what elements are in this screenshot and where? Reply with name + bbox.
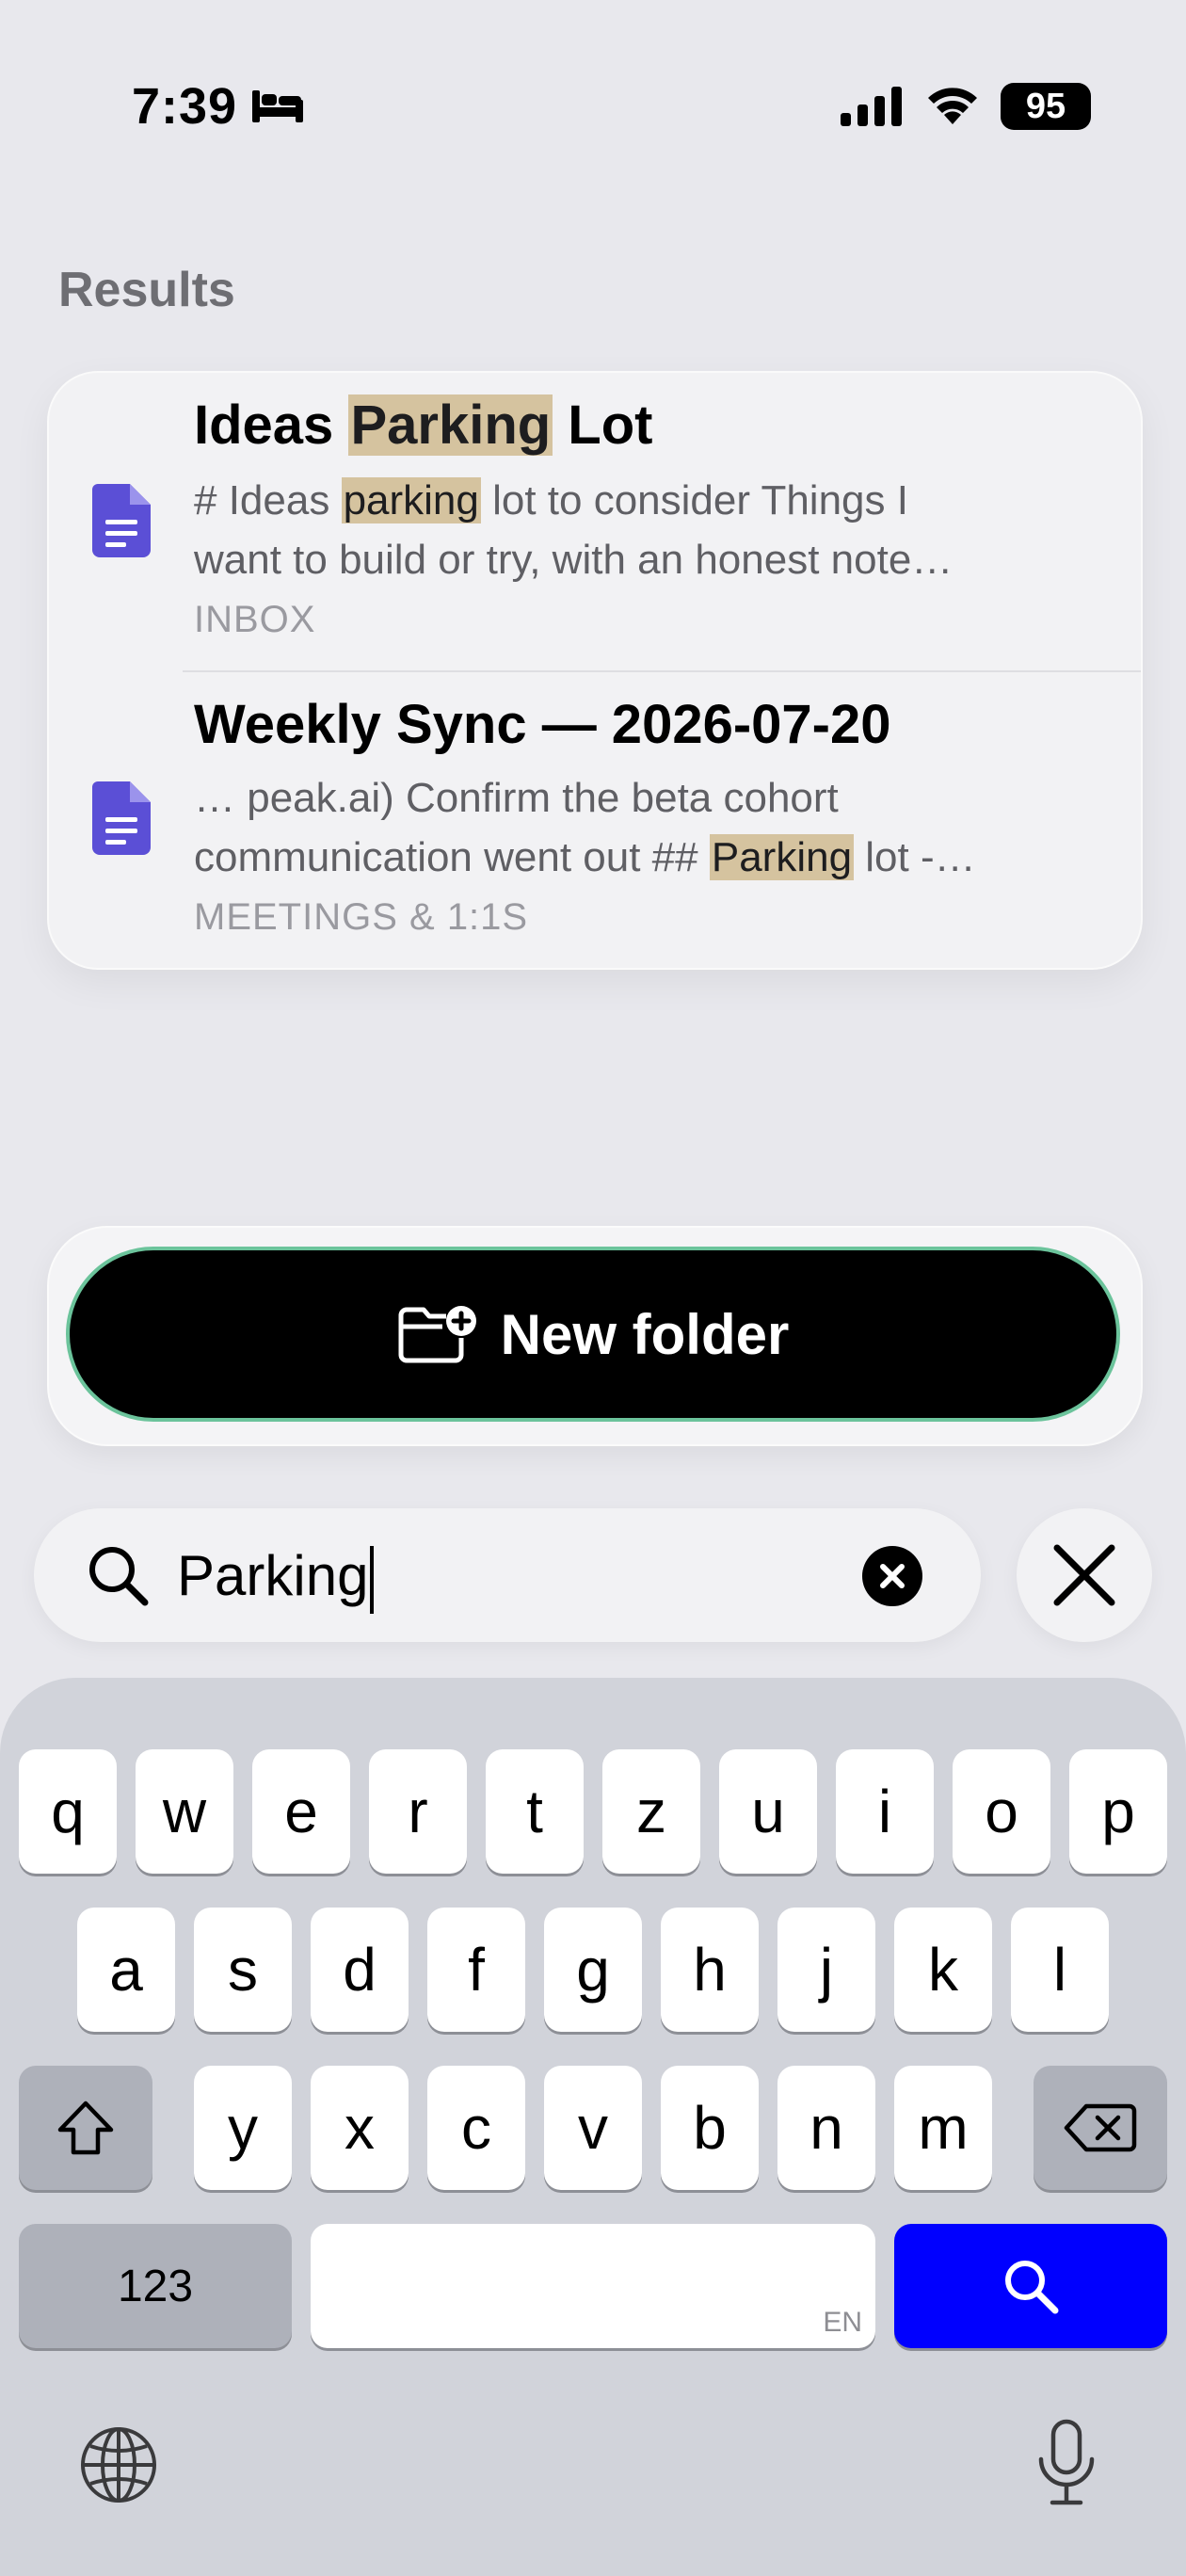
result-snippet: … peak.ai) Confirm the beta cohort commu… — [194, 775, 976, 880]
key-a[interactable]: a — [77, 1908, 175, 2032]
key-h[interactable]: h — [661, 1908, 759, 2032]
document-icon — [92, 781, 151, 855]
result-title: Weekly Sync — 2026-07-20 — [194, 694, 891, 755]
new-folder-label: New folder — [500, 1302, 790, 1366]
search-value[interactable]: Parking — [177, 1535, 375, 1618]
backspace-key[interactable] — [1034, 2066, 1167, 2190]
text-caret — [370, 1546, 375, 1615]
search-key[interactable] — [894, 2224, 1167, 2348]
folder-plus-icon — [398, 1306, 476, 1363]
key-d[interactable]: d — [311, 1908, 409, 2032]
key-t[interactable]: t — [486, 1749, 584, 1874]
document-icon — [92, 484, 151, 557]
bed-icon — [252, 90, 303, 122]
shift-icon — [57, 2101, 114, 2155]
key-i[interactable]: i — [836, 1749, 934, 1874]
search-icon — [89, 1547, 149, 1606]
status-time: 7:39 — [132, 78, 238, 135]
key-r[interactable]: r — [369, 1749, 467, 1874]
key-u[interactable]: u — [719, 1749, 817, 1874]
search-input[interactable] — [34, 1508, 981, 1642]
key-s[interactable]: s — [194, 1908, 292, 2032]
space-key[interactable]: EN — [311, 2224, 875, 2348]
result-item[interactable]: Weekly Sync — 2026-07-20 … peak.ai) Conf… — [49, 672, 1141, 970]
key-m[interactable]: m — [894, 2066, 992, 2190]
key-x[interactable]: x — [311, 2066, 409, 2190]
battery-indicator: 95 — [1001, 83, 1091, 130]
key-p[interactable]: p — [1069, 1749, 1167, 1874]
key-y[interactable]: y — [194, 2066, 292, 2190]
key-c[interactable]: c — [427, 2066, 525, 2190]
key-v[interactable]: v — [544, 2066, 642, 2190]
clear-icon[interactable] — [862, 1546, 922, 1606]
key-e[interactable]: e — [252, 1749, 350, 1874]
numbers-key[interactable]: 123 — [19, 2224, 292, 2348]
key-n[interactable]: n — [777, 2066, 875, 2190]
results-heading: Results — [58, 263, 235, 317]
result-item[interactable]: Ideas Parking Lot # Ideas parking lot to… — [49, 373, 1141, 670]
result-folder: MEETINGS & 1:1S — [194, 896, 529, 938]
key-j[interactable]: j — [777, 1908, 875, 2032]
wifi-icon — [928, 88, 977, 124]
microphone-icon[interactable] — [1034, 2418, 1099, 2508]
signal-icon — [841, 87, 902, 126]
key-b[interactable]: b — [661, 2066, 759, 2190]
key-k[interactable]: k — [894, 1908, 992, 2032]
key-o[interactable]: o — [953, 1749, 1050, 1874]
battery-cap — [1083, 98, 1089, 115]
search-icon — [1005, 2261, 1059, 2314]
results-card: Ideas Parking Lot # Ideas parking lot to… — [47, 371, 1143, 970]
backspace-icon — [1064, 2103, 1137, 2152]
key-w[interactable]: w — [136, 1749, 233, 1874]
key-g[interactable]: g — [544, 1908, 642, 2032]
key-q[interactable]: q — [19, 1749, 117, 1874]
shift-key[interactable] — [19, 2066, 152, 2190]
close-icon — [1053, 1544, 1115, 1606]
key-f[interactable]: f — [427, 1908, 525, 2032]
key-z[interactable]: z — [602, 1749, 700, 1874]
globe-icon[interactable] — [79, 2425, 158, 2504]
key-l[interactable]: l — [1011, 1908, 1109, 2032]
result-snippet: # Ideas parking lot to consider Things I… — [194, 477, 954, 583]
close-search-button[interactable] — [1017, 1508, 1152, 1642]
result-title: Ideas Parking Lot — [194, 394, 653, 456]
keyboard: q w e r t z u i o p a s d f g h j k l y … — [0, 1678, 1186, 2576]
new-folder-button[interactable]: New folder — [66, 1247, 1120, 1422]
result-folder: INBOX — [194, 599, 316, 640]
space-language-label: EN — [823, 2307, 862, 2338]
